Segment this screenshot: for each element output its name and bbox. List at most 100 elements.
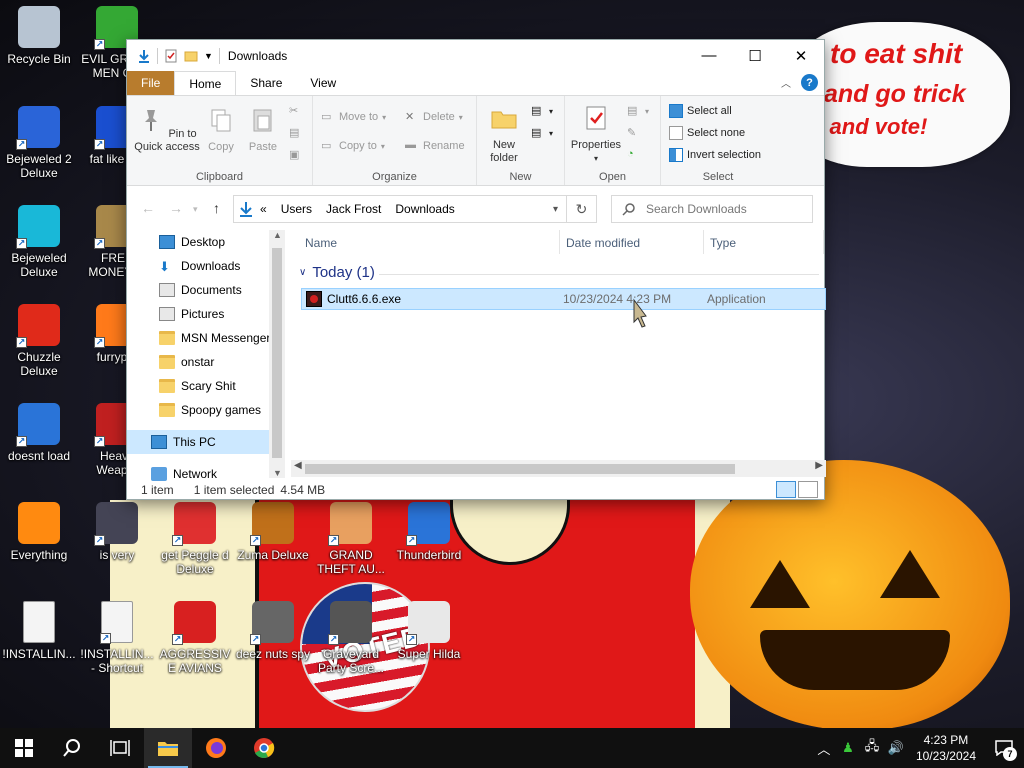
large-icons-view-button[interactable]: [798, 481, 818, 498]
move-to-button[interactable]: ▭ Move to ▾: [321, 110, 386, 124]
desktop-shortcut[interactable]: ↗ get Peggle d Deluxe: [156, 502, 234, 576]
start-button[interactable]: [0, 728, 48, 768]
breadcrumb-downloads[interactable]: Downloads: [395, 202, 454, 216]
cut-button[interactable]: ✂: [289, 104, 303, 118]
properties-icon[interactable]: [164, 49, 178, 63]
msn-buddy-icon[interactable]: ♟: [836, 740, 860, 756]
group-collapse-chevron-icon[interactable]: ∨: [299, 267, 306, 278]
paste-shortcut-button[interactable]: ▣: [289, 148, 303, 162]
action-center-button[interactable]: 7: [984, 728, 1024, 768]
scroll-left-arrow-icon[interactable]: ◀: [294, 460, 302, 471]
pin-to-quick-access-button[interactable]: Pin to Quick access: [131, 106, 203, 154]
file-row[interactable]: Clutt6.6.6.exe 10/23/2024 4:23 PM Applic…: [301, 288, 826, 310]
desktop-shortcut[interactable]: ↗ Graveyard Party Scre...: [312, 601, 390, 675]
desktop-shortcut[interactable]: Everything: [0, 502, 78, 562]
easy-access-button[interactable]: ▤ ▾: [531, 126, 553, 140]
desktop-shortcut[interactable]: ↗ AGGRESSIVE AVIANS: [156, 601, 234, 675]
delete-button[interactable]: ✕ Delete ▾: [405, 110, 463, 124]
history-button[interactable]: ◔: [627, 148, 641, 162]
desktop-shortcut[interactable]: ↗ is very: [78, 502, 156, 562]
column-date-modified[interactable]: Date modified: [566, 236, 640, 250]
desktop-shortcut[interactable]: ↗ Zuma Deluxe: [234, 502, 312, 562]
customize-toolbar-chevron-icon[interactable]: ▼: [204, 51, 213, 61]
desktop-shortcut[interactable]: ↗ Thunderbird: [390, 502, 468, 562]
nav-item-msn-messenger[interactable]: MSN Messenger: [127, 326, 285, 350]
collapse-ribbon-chevron-icon[interactable]: ︿: [781, 75, 791, 90]
minimize-button[interactable]: —: [686, 40, 732, 71]
scroll-up-arrow-icon[interactable]: ▲: [273, 230, 282, 240]
title-bar[interactable]: ▼ Downloads — ☐ ✕: [127, 40, 824, 71]
nav-item-onstar[interactable]: onstar: [127, 350, 285, 374]
invert-selection-button[interactable]: Invert selection: [669, 148, 761, 162]
details-view-button[interactable]: [776, 481, 796, 498]
tab-view[interactable]: View: [296, 71, 350, 95]
nav-item-this-pc[interactable]: This PC: [127, 430, 285, 454]
clock[interactable]: 4:23 PM 10/23/2024: [916, 732, 976, 764]
desktop-shortcut[interactable]: !INSTALLIN...: [0, 601, 78, 661]
copy-button[interactable]: Copy: [203, 106, 239, 154]
scrollbar-thumb[interactable]: [272, 248, 282, 458]
nav-item-scary-shit[interactable]: Scary Shit: [127, 374, 285, 398]
desktop-shortcut[interactable]: ↗ Super Hilda: [390, 601, 468, 661]
new-folder-icon[interactable]: [184, 49, 198, 63]
paste-button[interactable]: Paste: [243, 106, 283, 154]
desktop-shortcut[interactable]: ↗ deez nuts spy: [234, 601, 312, 661]
horizontal-scrollbar[interactable]: ◀ ▶: [291, 460, 826, 477]
new-item-button[interactable]: ▤ ▾: [531, 104, 553, 118]
taskbar-file-explorer[interactable]: [144, 728, 192, 768]
desktop-shortcut[interactable]: ↗ Chuzzle Deluxe: [0, 304, 78, 378]
new-folder-button[interactable]: New folder: [481, 104, 527, 165]
recent-locations-chevron-icon[interactable]: ▾: [193, 204, 198, 215]
tab-home[interactable]: Home: [174, 71, 237, 95]
volume-icon[interactable]: 🔊: [884, 740, 908, 756]
breadcrumb-jack-frost[interactable]: Jack Frost: [326, 202, 381, 216]
help-icon[interactable]: ?: [801, 74, 818, 91]
taskbar-chrome[interactable]: [240, 728, 288, 768]
tab-file[interactable]: File: [127, 71, 175, 95]
nav-item-downloads[interactable]: ⬇Downloads📌: [127, 254, 285, 278]
navigation-scrollbar[interactable]: ▲ ▼: [269, 230, 285, 478]
refresh-button[interactable]: ↻: [567, 195, 597, 223]
download-arrow-icon[interactable]: [137, 49, 151, 63]
group-header-today[interactable]: ∨ Today (1): [299, 264, 819, 281]
scroll-right-arrow-icon[interactable]: ▶: [815, 460, 823, 471]
breadcrumb-overflow[interactable]: «: [260, 202, 267, 216]
maximize-button[interactable]: ☐: [732, 40, 778, 71]
nav-item-pictures[interactable]: Pictures📌: [127, 302, 285, 326]
address-bar[interactable]: « Users Jack Frost Downloads ▾: [233, 195, 567, 223]
search-box[interactable]: Search Downloads: [611, 195, 813, 223]
copy-to-button[interactable]: ▭ Copy to ▾: [321, 139, 385, 153]
column-name[interactable]: Name: [305, 236, 337, 250]
edit-button[interactable]: ✎: [627, 126, 641, 140]
desktop-shortcut[interactable]: ↗ doesnt load: [0, 403, 78, 463]
network-icon[interactable]: 🖧: [860, 737, 884, 759]
file-explorer-window[interactable]: ▼ Downloads — ☐ ✕ File Home Share View ︿…: [126, 39, 826, 500]
show-hidden-icons-chevron-icon[interactable]: ︿: [812, 739, 836, 758]
close-button[interactable]: ✕: [778, 40, 824, 71]
horizontal-scrollbar-thumb[interactable]: [305, 464, 735, 474]
desktop-shortcut[interactable]: ↗ Bejeweled Deluxe: [0, 205, 78, 279]
select-none-button[interactable]: Select none: [669, 126, 745, 140]
up-arrow-icon[interactable]: ↑: [213, 200, 220, 216]
file-list-pane[interactable]: Name Date modified Type ∨ Today (1) Clut…: [291, 230, 826, 480]
forward-arrow-icon[interactable]: →: [169, 200, 183, 216]
address-history-chevron-icon[interactable]: ▾: [553, 204, 558, 215]
search-button[interactable]: [48, 728, 96, 768]
nav-item-documents[interactable]: Documents📌: [127, 278, 285, 302]
scroll-down-arrow-icon[interactable]: ▼: [273, 468, 282, 478]
open-button[interactable]: ▤ ▾: [627, 104, 649, 118]
task-view-button[interactable]: [96, 728, 144, 768]
select-all-button[interactable]: Select all: [669, 104, 732, 118]
column-type[interactable]: Type: [710, 236, 736, 250]
desktop-shortcut[interactable]: Recycle Bin: [0, 6, 78, 66]
rename-button[interactable]: ▬ Rename: [405, 139, 465, 153]
desktop-shortcut[interactable]: ↗ GRAND THEFT AU...: [312, 502, 390, 576]
nav-item-desktop[interactable]: Desktop📌: [127, 230, 285, 254]
copy-path-button[interactable]: ▤: [289, 126, 303, 140]
breadcrumb-users[interactable]: Users: [281, 202, 312, 216]
desktop-shortcut[interactable]: ↗ !INSTALLIN... - Shortcut: [78, 601, 156, 675]
taskbar-firefox[interactable]: [192, 728, 240, 768]
nav-item-spoopy-games[interactable]: Spoopy games: [127, 398, 285, 422]
desktop-shortcut[interactable]: ↗ Bejeweled 2 Deluxe: [0, 106, 78, 180]
back-arrow-icon[interactable]: ←: [141, 200, 155, 216]
